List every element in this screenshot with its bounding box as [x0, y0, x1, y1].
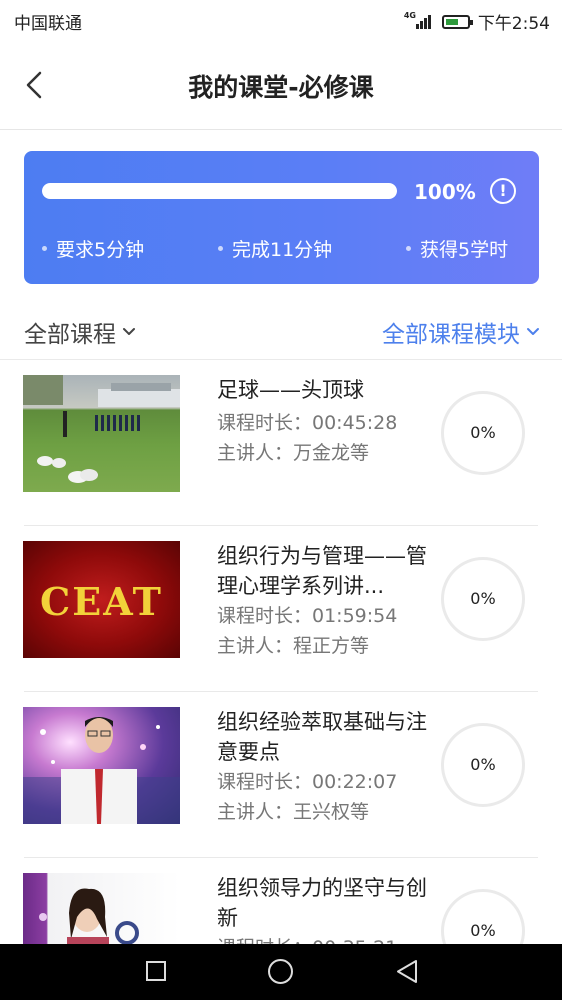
course-progress-ring: 0% [441, 723, 525, 807]
chevron-down-icon [123, 328, 135, 335]
recent-apps-icon[interactable] [146, 961, 166, 981]
course-thumbnail: CEAT [23, 541, 180, 658]
bullet-dot [42, 246, 47, 251]
network-type-label: 4G [403, 10, 416, 20]
lecturer-picture [23, 717, 180, 824]
svg-text:丨: 丨 [173, 907, 180, 928]
dropdown-label: 全部课程 [24, 322, 116, 348]
progress-percent: 100% [414, 180, 476, 204]
battery-icon [441, 14, 473, 29]
progress-bar [42, 183, 397, 199]
thumbnail-logo-text: CEAT [40, 579, 163, 624]
course-progress-ring: 0% [441, 557, 525, 641]
info-icon[interactable]: ! [490, 178, 516, 204]
progress-card: 100% ! 要求5分钟 完成11分钟 获得5学时 [24, 151, 539, 284]
bullet-dot [406, 246, 411, 251]
filter-row: 全部课程 全部课程模块 [0, 300, 562, 360]
stat-label: 获得5学时 [420, 239, 509, 261]
back-icon[interactable] [396, 959, 418, 984]
course-lecturer: 主讲人：程正方等 [217, 635, 370, 657]
earned-hours-stat: 获得5学时 [406, 235, 508, 262]
course-thumbnail [23, 375, 180, 492]
signal-icon: 4G [403, 10, 434, 31]
course-lecturer: 主讲人：王兴权等 [217, 801, 370, 823]
all-courses-dropdown[interactable]: 全部课程 [24, 315, 136, 349]
required-minutes-stat: 要求5分钟 [42, 235, 144, 262]
chevron-down-icon [527, 328, 539, 335]
dropdown-label: 全部课程模块 [382, 322, 520, 348]
course-duration: 课程时长：00:22:07 [217, 771, 398, 793]
carrier-label: 中国联通 [14, 14, 82, 34]
course-lecturer: 主讲人：万金龙等 [217, 442, 370, 464]
course-progress-ring: 0% [441, 391, 525, 475]
course-duration: 课程时长：01:59:54 [217, 605, 398, 627]
system-navigation-bar [0, 944, 562, 1000]
progress-bar-fill [42, 183, 397, 199]
all-modules-dropdown[interactable]: 全部课程模块 [382, 315, 540, 349]
course-thumbnail [23, 707, 180, 824]
football-field-picture [23, 375, 180, 483]
screen: 中国联通 4G 下午2:54 我的课堂-必修课 100% ! 要求5分钟 完成1… [0, 0, 562, 1000]
status-bar: 中国联通 4G 下午2:54 [0, 0, 562, 40]
course-duration: 课程时长：00:45:28 [217, 412, 398, 434]
bullet-dot [218, 246, 223, 251]
course-item[interactable]: CEAT 组织行为与管理——管理心理学系列讲... 课程时长：01:59:54 … [0, 526, 562, 692]
page-title: 我的课堂-必修课 [188, 73, 374, 102]
navigation-bar: 我的课堂-必修课 [0, 40, 562, 130]
course-title: 组织经验萃取基础与注意要点 [217, 710, 427, 764]
course-item[interactable]: 足球——头顶球 课程时长：00:45:28 主讲人：万金龙等 0% [0, 360, 562, 526]
status-icons: 4G 下午2:54 [403, 9, 550, 35]
course-title: 足球——头顶球 [217, 378, 364, 402]
stat-label: 要求5分钟 [56, 239, 145, 261]
course-item[interactable]: 组织经验萃取基础与注意要点 课程时长：00:22:07 主讲人：王兴权等 0% [0, 692, 562, 858]
course-title: 组织领导力的坚守与创新 [217, 876, 427, 930]
completed-minutes-stat: 完成11分钟 [218, 235, 332, 262]
stat-label: 完成11分钟 [232, 239, 333, 261]
clock-label: 下午2:54 [477, 14, 550, 34]
course-title: 组织行为与管理——管理心理学系列讲... [217, 544, 427, 598]
home-icon[interactable] [268, 959, 293, 984]
